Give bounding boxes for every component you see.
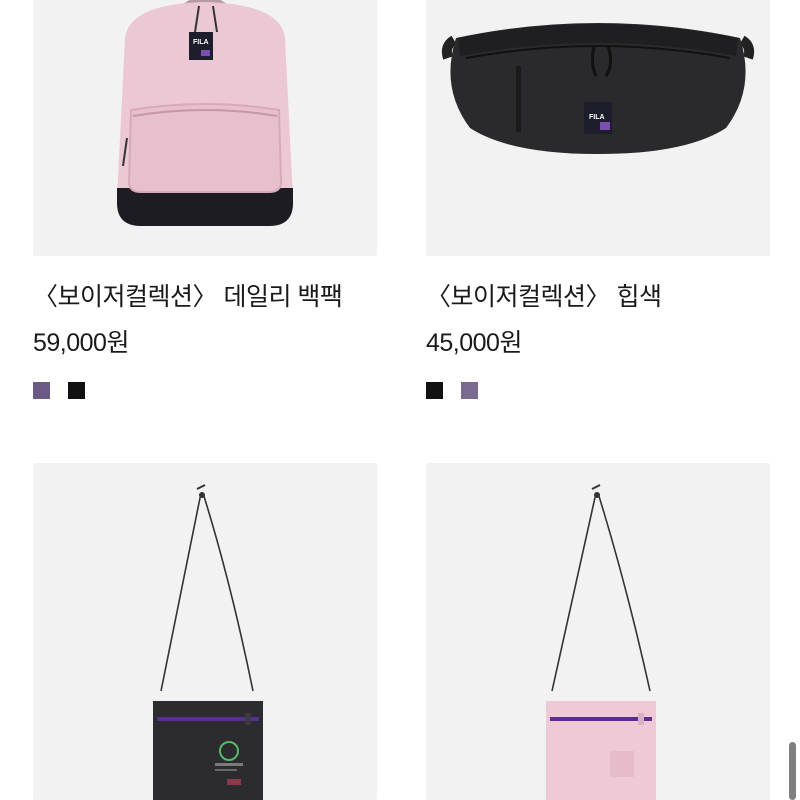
color-swatches [33, 382, 85, 399]
product-price: 59,000원 [33, 329, 129, 357]
product-image[interactable] [33, 463, 377, 800]
color-swatch[interactable] [461, 382, 478, 399]
product-price: 45,000원 [426, 329, 522, 357]
product-image[interactable]: FILA [426, 0, 770, 256]
color-swatch[interactable] [33, 382, 50, 399]
svg-text:FILA: FILA [589, 114, 605, 121]
scrollbar-thumb[interactable] [789, 742, 796, 800]
product-image[interactable]: FILA [33, 0, 377, 256]
product-title[interactable]: 〈보이저컬렉션〉 힙색 [426, 280, 662, 314]
color-swatch[interactable] [68, 382, 85, 399]
color-swatch[interactable] [426, 382, 443, 399]
product-title[interactable]: 〈보이저컬렉션〉 데일리 백팩 [33, 280, 343, 314]
pink-backpack-image: FILA [116, 0, 294, 226]
black-cross-pouch-image [153, 484, 263, 800]
black-hip-sack-image: FILA [441, 23, 755, 154]
color-swatches [426, 382, 478, 399]
svg-text:FILA: FILA [193, 39, 209, 46]
pink-cross-pouch-image [546, 484, 656, 800]
product-image[interactable] [426, 463, 770, 800]
